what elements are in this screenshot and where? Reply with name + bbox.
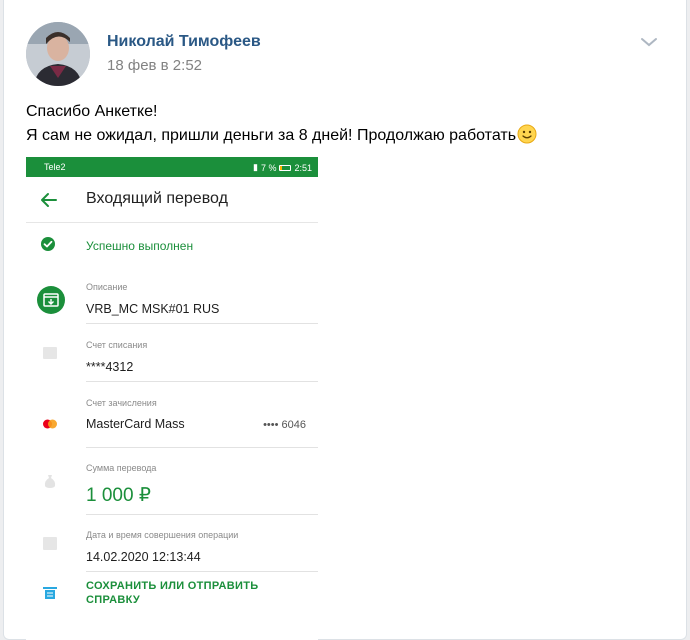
divider	[86, 447, 318, 448]
card-icon	[43, 347, 57, 359]
datetime-value: 14.02.2020 12:13:44	[86, 550, 201, 564]
description-value: VRB_MC MSK#01 RUS	[86, 302, 220, 316]
divider	[86, 381, 318, 382]
mastercard-icon	[43, 419, 57, 429]
battery-icon	[279, 164, 292, 171]
signal-icon: ▮	[253, 162, 258, 172]
post-date[interactable]: 18 фев в 2:52	[107, 57, 202, 74]
amount-label: Сумма перевода	[86, 463, 157, 473]
avatar[interactable]	[26, 22, 90, 86]
status-time: 2:51	[294, 162, 312, 173]
action-line2: СПРАВКУ	[86, 594, 141, 606]
carrier-label: Tele2	[44, 162, 66, 172]
card-number-masked: •••• 6046	[263, 419, 306, 431]
save-or-send-receipt-button[interactable]: СОХРАНИТЬ ИЛИ ОТПРАВИТЬ СПРАВКУ	[86, 579, 258, 607]
post-card: Николай Тимофеев 18 фев в 2:52 Спасибо А…	[3, 0, 687, 640]
card-receive-icon	[37, 286, 65, 314]
app-bar: Входящий перевод	[26, 177, 318, 223]
page-title: Входящий перевод	[86, 190, 228, 207]
description-label: Описание	[86, 282, 128, 292]
back-arrow-icon[interactable]	[40, 191, 58, 209]
post-text-line2: Я сам не ожидал, пришли деньги за 8 дней…	[26, 127, 517, 144]
attached-screenshot[interactable]: Tele2 ▮ 7 % 2:51 Входящий перевод Успешн…	[26, 157, 318, 640]
credit-account-value: MasterCard Mass	[86, 417, 185, 431]
status-badge: Успешно выполнен	[86, 239, 194, 253]
post-text: Спасибо Анкетке! Я сам не ожидал, пришли…	[26, 100, 537, 148]
divider	[86, 571, 318, 572]
author-name[interactable]: Николай Тимофеев	[107, 33, 261, 51]
chevron-down-icon[interactable]	[640, 36, 658, 48]
money-bag-icon	[44, 475, 56, 488]
debit-account-value: ****4312	[86, 360, 134, 374]
calendar-icon	[43, 537, 57, 550]
check-circle-icon	[41, 237, 55, 251]
action-line1: СОХРАНИТЬ ИЛИ ОТПРАВИТЬ	[86, 580, 259, 592]
status-right: ▮ 7 % 2:51	[253, 162, 312, 173]
amount-value: 1 000 ₽	[86, 485, 151, 506]
battery-percent: 7 %	[260, 162, 277, 173]
post-text-line1: Спасибо Анкетке!	[26, 103, 158, 120]
debit-account-label: Счет списания	[86, 340, 148, 350]
datetime-label: Дата и время совершения операции	[86, 530, 239, 540]
divider	[86, 514, 318, 515]
receipt-icon	[43, 587, 57, 599]
credit-account-label: Счет зачисления	[86, 398, 157, 408]
phone-status-bar: Tele2 ▮ 7 % 2:51	[26, 157, 318, 177]
divider	[86, 323, 318, 324]
emoji-smile-icon	[517, 124, 537, 144]
